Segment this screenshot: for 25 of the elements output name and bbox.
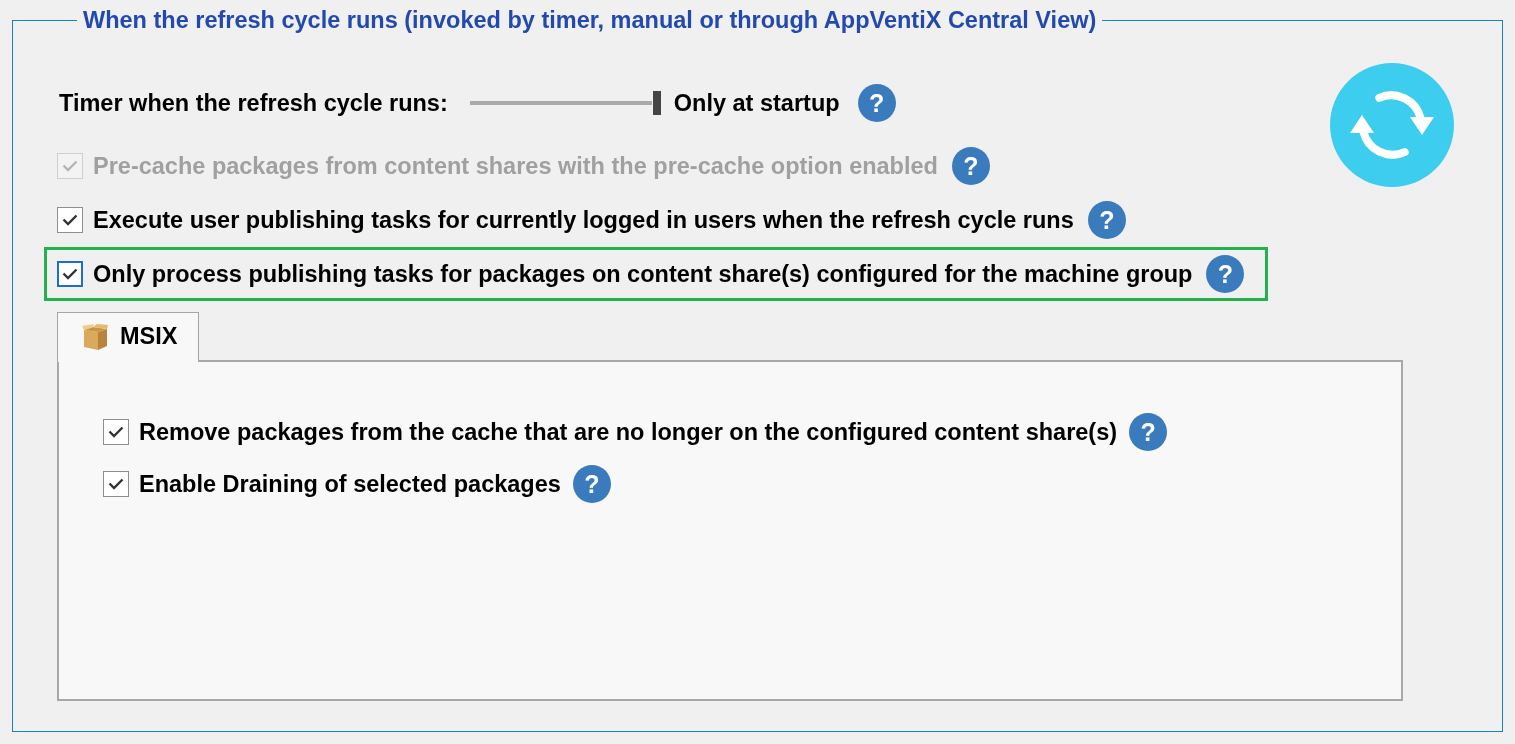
help-button[interactable]: ? bbox=[572, 465, 611, 503]
option-label: Enable Draining of selected packages bbox=[139, 470, 561, 498]
option-label: Remove packages from the cache that are no longer on the configured content share(s) bbox=[139, 418, 1118, 446]
checkbox[interactable] bbox=[103, 471, 129, 497]
tab[interactable]: MSIX bbox=[57, 312, 200, 362]
help-button[interactable]: ? bbox=[1129, 413, 1168, 451]
checkmark-icon bbox=[62, 160, 78, 172]
help-button[interactable]: ? bbox=[857, 84, 896, 122]
slider-thumb[interactable] bbox=[651, 90, 662, 116]
slider-label: Timer when the refresh cycle runs: bbox=[59, 89, 448, 117]
cardboard-box-icon bbox=[82, 322, 108, 351]
checkmark-icon bbox=[108, 478, 124, 490]
help-button[interactable]: ? bbox=[1087, 201, 1126, 239]
checkmark-icon bbox=[62, 214, 78, 226]
checkbox[interactable] bbox=[57, 207, 83, 233]
slider-value: Only at startup bbox=[673, 89, 840, 117]
option-label: Execute user publishing tasks for currently logged in users when the refresh cycle runs bbox=[93, 206, 1074, 234]
option-label: Pre-cache packages from content shares with the pre-cache option enabled bbox=[93, 152, 938, 180]
checkmark-icon bbox=[108, 426, 124, 438]
option-label: Only process publishing tasks for packages on content share(s) configured for the machine group bbox=[93, 260, 1193, 288]
checkbox[interactable] bbox=[103, 419, 129, 445]
group-title: When the refresh cycle runs (invoked by timer, manual or through AppVentiX Central View) bbox=[82, 8, 1098, 32]
checkmark-icon bbox=[62, 268, 78, 280]
checkbox[interactable] bbox=[57, 261, 83, 287]
help-button[interactable]: ? bbox=[1206, 255, 1245, 293]
